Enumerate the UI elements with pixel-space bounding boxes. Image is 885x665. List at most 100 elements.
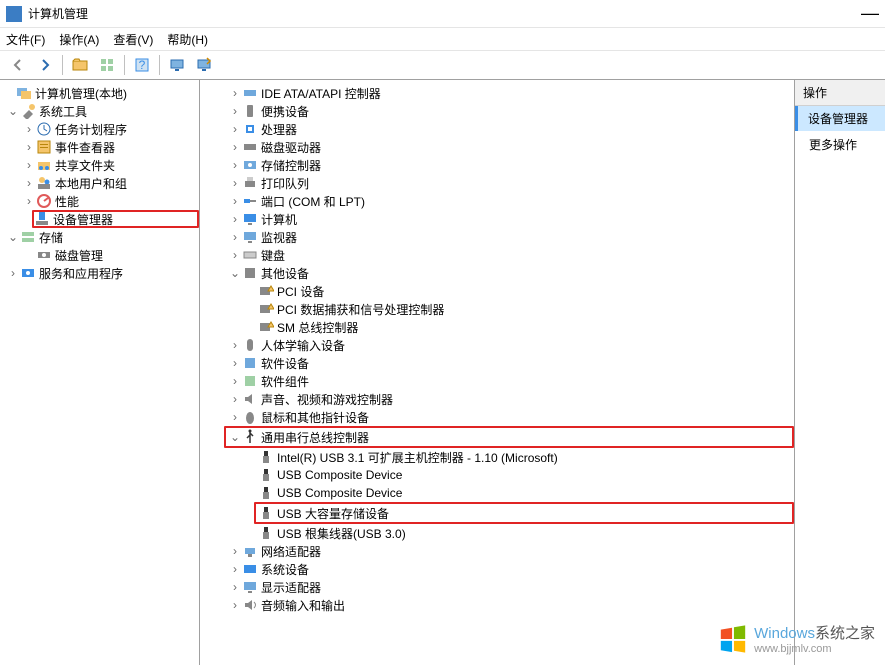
expand-icon[interactable]: › xyxy=(228,212,242,226)
expand-icon[interactable]: › xyxy=(228,410,242,424)
dev-usb-item-2[interactable]: USB Composite Device xyxy=(200,466,794,484)
dev-hid[interactable]: ›人体学输入设备 xyxy=(200,336,794,354)
dev-sound[interactable]: ›声音、视频和游戏控制器 xyxy=(200,390,794,408)
grid-icon xyxy=(99,57,115,73)
dev-usb-item-3[interactable]: USB Composite Device xyxy=(200,484,794,502)
dev-usb-mass-storage[interactable]: USB 大容量存储设备 xyxy=(254,502,794,524)
expand-icon[interactable]: › xyxy=(228,374,242,388)
tree-device-manager[interactable]: 设备管理器 xyxy=(32,210,199,228)
dev-monitor[interactable]: ›监视器 xyxy=(200,228,794,246)
tree-local-users[interactable]: › 本地用户和组 xyxy=(0,174,199,192)
expand-icon[interactable]: › xyxy=(228,392,242,406)
dev-softdev[interactable]: › 软件设备 xyxy=(200,354,794,372)
help-button[interactable]: ? xyxy=(130,53,154,77)
nav-forward-button[interactable] xyxy=(33,53,57,77)
expand-icon[interactable]: › xyxy=(228,230,242,244)
dev-audio[interactable]: ›音频输入和输出 xyxy=(200,596,794,614)
expand-icon[interactable]: › xyxy=(228,356,242,370)
dev-mouse[interactable]: ›鼠标和其他指针设备 xyxy=(200,408,794,426)
expand-icon[interactable]: › xyxy=(228,104,242,118)
expand-icon[interactable]: › xyxy=(228,122,242,136)
services-icon xyxy=(20,265,36,281)
expand-icon[interactable]: › xyxy=(228,86,242,100)
dev-usb-item-5[interactable]: USB 根集线器(USB 3.0) xyxy=(200,524,794,542)
dev-printq[interactable]: ›打印队列 xyxy=(200,174,794,192)
tree-root[interactable]: 计算机管理(本地) xyxy=(0,84,199,102)
dev-other[interactable]: ⌄其他设备 xyxy=(200,264,794,282)
help-icon: ? xyxy=(134,57,150,73)
actions-more[interactable]: 更多操作 xyxy=(795,131,885,158)
arrow-left-icon xyxy=(10,57,26,73)
dev-diskdrive[interactable]: ›磁盘驱动器 xyxy=(200,138,794,156)
expand-icon[interactable]: › xyxy=(228,248,242,262)
dev-ide[interactable]: ›IDE ATA/ATAPI 控制器 xyxy=(200,84,794,102)
tree-event-viewer[interactable]: › 事件查看器 xyxy=(0,138,199,156)
dev-softdev-label: 软件设备 xyxy=(261,355,309,372)
dev-softcomp[interactable]: ›软件组件 xyxy=(200,372,794,390)
dev-pci[interactable]: PCI 设备 xyxy=(200,282,794,300)
minimize-button[interactable]: — xyxy=(861,3,879,24)
expand-icon[interactable]: › xyxy=(228,598,242,612)
expand-icon[interactable]: › xyxy=(22,176,36,190)
expand-icon[interactable]: › xyxy=(6,266,20,280)
properties-button[interactable] xyxy=(165,53,189,77)
expand-icon[interactable]: › xyxy=(228,158,242,172)
menu-help[interactable]: 帮助(H) xyxy=(167,31,208,48)
collapse-icon[interactable]: ⌄ xyxy=(6,104,20,118)
nav-back-button[interactable] xyxy=(6,53,30,77)
dev-usb-item-1[interactable]: Intel(R) USB 3.1 可扩展主机控制器 - 1.10 (Micros… xyxy=(200,448,794,466)
expand-icon[interactable]: › xyxy=(22,194,36,208)
content-panes: 计算机管理(本地) ⌄ 系统工具 › 任务计划程序 › 事件查看器 › 共享文件… xyxy=(0,80,885,665)
expand-icon[interactable]: › xyxy=(228,544,242,558)
tree-event-label: 事件查看器 xyxy=(55,139,115,156)
expand-icon[interactable]: › xyxy=(22,140,36,154)
dev-storctrl[interactable]: ›存储控制器 xyxy=(200,156,794,174)
navigation-tree: 计算机管理(本地) ⌄ 系统工具 › 任务计划程序 › 事件查看器 › 共享文件… xyxy=(0,80,200,665)
tree-storage[interactable]: ⌄ 存储 xyxy=(0,228,199,246)
scan-button[interactable] xyxy=(68,53,92,77)
usb-plug-icon xyxy=(258,485,274,501)
keyboard-icon xyxy=(242,247,258,263)
dev-net[interactable]: ›网络适配器 xyxy=(200,542,794,560)
tree-task-scheduler[interactable]: › 任务计划程序 xyxy=(0,120,199,138)
tree-shared-folders[interactable]: › 共享文件夹 xyxy=(0,156,199,174)
wrench-icon xyxy=(20,103,36,119)
tree-task-label: 任务计划程序 xyxy=(55,121,127,138)
view-button[interactable] xyxy=(95,53,119,77)
tree-disk-management[interactable]: 磁盘管理 xyxy=(0,246,199,264)
expand-icon[interactable]: › xyxy=(228,194,242,208)
tree-services[interactable]: › 服务和应用程序 xyxy=(0,264,199,282)
actions-context[interactable]: 设备管理器 xyxy=(795,106,885,131)
dev-keyboard[interactable]: ›键盘 xyxy=(200,246,794,264)
dev-ports[interactable]: ›端口 (COM 和 LPT) xyxy=(200,192,794,210)
toolbar-separator xyxy=(159,55,160,75)
expand-icon[interactable]: › xyxy=(228,140,242,154)
collapse-icon[interactable]: ⌄ xyxy=(228,266,242,280)
dev-smbus-label: SM 总线控制器 xyxy=(277,319,358,336)
dev-pcidat[interactable]: PCI 数据捕获和信号处理控制器 xyxy=(200,300,794,318)
expand-icon[interactable]: › xyxy=(228,176,242,190)
dev-usb-controllers[interactable]: ⌄通用串行总线控制器 xyxy=(224,426,794,448)
expand-icon[interactable]: › xyxy=(228,562,242,576)
dev-smbus[interactable]: SM 总线控制器 xyxy=(200,318,794,336)
dev-display[interactable]: ›显示适配器 xyxy=(200,578,794,596)
collapse-icon[interactable]: ⌄ xyxy=(6,230,20,244)
menu-action[interactable]: 操作(A) xyxy=(59,31,99,48)
expand-icon[interactable]: › xyxy=(22,158,36,172)
menu-view[interactable]: 查看(V) xyxy=(113,31,153,48)
dev-sysdev[interactable]: ›系统设备 xyxy=(200,560,794,578)
dev-cpu[interactable]: ›处理器 xyxy=(200,120,794,138)
dev-portable[interactable]: ›便携设备 xyxy=(200,102,794,120)
collapse-icon[interactable]: ⌄ xyxy=(228,430,242,444)
hid-icon xyxy=(242,337,258,353)
mouse-icon xyxy=(242,409,258,425)
update-button[interactable] xyxy=(192,53,216,77)
expand-icon[interactable]: › xyxy=(22,122,36,136)
tree-performance[interactable]: › 性能 xyxy=(0,192,199,210)
tree-perf-label: 性能 xyxy=(55,193,79,210)
menu-file[interactable]: 文件(F) xyxy=(6,31,45,48)
expand-icon[interactable]: › xyxy=(228,580,242,594)
tree-system-tools[interactable]: ⌄ 系统工具 xyxy=(0,102,199,120)
expand-icon[interactable]: › xyxy=(228,338,242,352)
dev-computer[interactable]: ›计算机 xyxy=(200,210,794,228)
